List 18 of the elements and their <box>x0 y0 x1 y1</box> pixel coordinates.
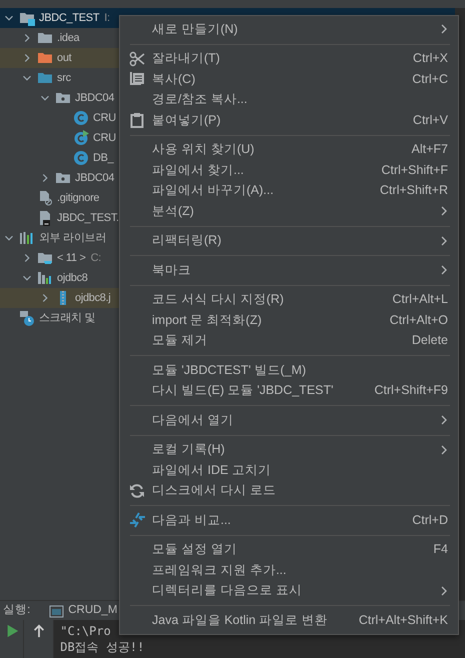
shortcut-text: Ctrl+Alt+Shift+K <box>358 612 448 629</box>
shortcut-text: Ctrl+Shift+F <box>381 162 448 179</box>
shortcut-text: Ctrl+Shift+R <box>380 182 448 200</box>
shortcut-text: Ctrl+Alt+L <box>392 291 448 308</box>
shortcut-text: Delete <box>412 332 448 350</box>
shortcut-text: Alt+F7 <box>412 141 448 158</box>
panel-title: 실행: <box>3 602 30 618</box>
shortcut-text: Ctrl+Alt+O <box>390 312 448 329</box>
shortcut-text: Ctrl+X <box>412 50 448 68</box>
shortcut-text: Ctrl+V <box>412 112 448 129</box>
path-text: I: <box>104 10 110 26</box>
path-text: C: <box>90 250 101 266</box>
shortcut-text: Ctrl+Shift+F9 <box>374 382 448 400</box>
console-text: "C:\Pro <box>60 623 111 640</box>
shortcut-text: F4 <box>433 541 448 558</box>
shortcut-text: Ctrl+C <box>412 70 448 88</box>
shortcut-text: Ctrl+D <box>412 512 448 529</box>
console-text: DB접속 성공!! <box>60 639 144 656</box>
